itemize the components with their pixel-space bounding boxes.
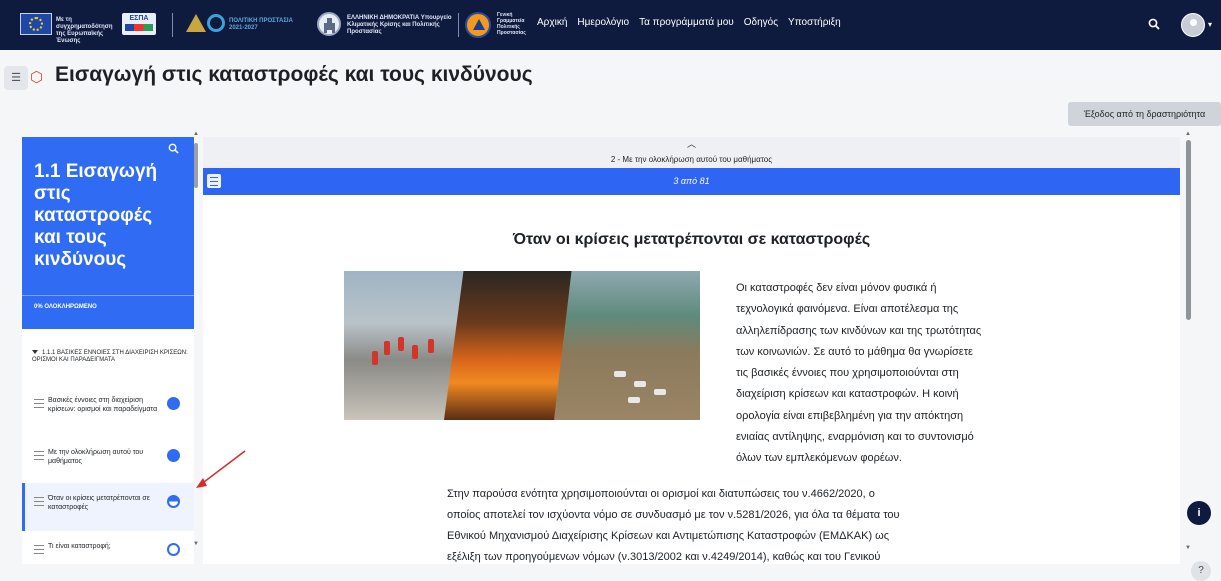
espa-logo: ΕΣΠΑ (122, 13, 156, 35)
top-navbar: Με τη συγχρηματοδότηση της Ευρωπαϊκής Έν… (0, 0, 1221, 50)
scroll-down-icon[interactable]: ▼ (1185, 545, 1191, 551)
previous-page-link[interactable]: ︿ 2 - Με την ολοκλήρωση αυτού του μαθήμα… (203, 137, 1180, 168)
nav-calendar[interactable]: Ημερολόγιο (577, 17, 629, 28)
page-counter: 3 από 81 (673, 176, 710, 186)
section-title: Όταν οι κρίσεις μετατρέπονται σε καταστρ… (512, 231, 871, 248)
rescue-photo (344, 271, 464, 420)
sidebar-lesson-item[interactable]: Βασικές έννοιες στη διαχείριση κρίσεων: … (22, 385, 194, 433)
scroll-up-icon[interactable]: ▲ (1185, 131, 1191, 137)
sidebar-item-label: Με την ολοκλήρωση αυτού του μαθήματος (48, 449, 144, 465)
sidebar-lesson-item[interactable]: Με την ολοκλήρωση αυτού του μαθήματος (22, 437, 194, 485)
ministry-text: ΕΛΛΗΝΙΚΗ ΔΗΜΟΚΡΑΤΙΑ Υπουργείο Κλιματικής… (347, 15, 452, 35)
sidebar-item-label: Όταν οι κρίσεις μετατρέπονται σε καταστρ… (48, 495, 150, 511)
cube-icon: ⬡ (30, 69, 44, 86)
nav-guide[interactable]: Οδηγός (744, 17, 778, 28)
scroll-up-icon[interactable]: ▲ (193, 131, 199, 137)
search-icon[interactable] (1148, 18, 1160, 30)
wildfire-photo (444, 271, 574, 420)
exit-activity-button[interactable]: Έξοδος από τη δραστηριότητα (1068, 102, 1221, 126)
complete-status-icon (167, 449, 180, 462)
previous-page-label: 2 - Με την ολοκλήρωση αυτού του μαθήματο… (610, 155, 773, 164)
drag-handle-icon (34, 451, 44, 463)
page-header: ☰ ⬡ Εισαγωγή στις καταστροφές και τους κ… (0, 58, 1221, 98)
sidebar-scrollbar[interactable] (194, 143, 198, 188)
progress-label: 0% ΟΛΟΚΛΗΡΩΜΕΝΟ (34, 304, 97, 310)
flood-photo (554, 271, 700, 420)
disaster-collage-image (344, 271, 700, 420)
sidebar-item-label: Τι είναι καταστροφή; (48, 543, 111, 550)
nav-support[interactable]: Υποστήριξη (788, 17, 841, 28)
avatar[interactable] (1181, 13, 1205, 37)
sidebar-item-label: Βασικές έννοιες στη διαχείριση κρίσεων: … (48, 397, 158, 413)
lesson-title: 1.1 Εισαγωγή στις καταστροφές και τους κ… (34, 161, 158, 270)
greek-republic-seal-logo (317, 12, 341, 36)
page-title: Εισαγωγή στις καταστροφές και τους κινδύ… (55, 63, 533, 86)
chevron-up-icon: ︿ (686, 139, 696, 149)
sidebar-lesson-item[interactable]: Τι είναι καταστροφή; (22, 531, 194, 564)
nav-my-programs[interactable]: Τα προγράμματά μου (639, 17, 734, 28)
scroll-down-icon[interactable]: ▼ (193, 541, 199, 547)
divider (22, 295, 194, 296)
complete-status-icon (167, 397, 180, 410)
drag-handle-icon (34, 399, 44, 411)
chevron-down-icon[interactable]: ▾ (1208, 20, 1212, 29)
body-paragraph: Στην παρούσα ενότητα χρησιμοποιούνται οι… (447, 488, 900, 563)
civil-protection-logo (465, 12, 491, 38)
eu-flag-logo (20, 13, 52, 35)
current-status-icon (167, 495, 180, 508)
program-text: ΠΟΛΙΤΙΚΗ ΠΡΟΣΤΑΣΙΑ 2021-2027 (229, 18, 293, 31)
empty-status-icon (167, 543, 180, 556)
main-nav: Αρχική Ημερολόγιο Τα προγράμματά μου Οδη… (537, 17, 841, 28)
info-button[interactable]: i (1187, 501, 1211, 525)
sidebar-lesson-item-active[interactable]: Όταν οι κρίσεις μετατρέπονται σε καταστρ… (22, 483, 194, 531)
content-scrollbar[interactable] (1186, 140, 1191, 320)
drag-handle-icon (34, 545, 44, 557)
course-index-toggle-button[interactable]: ☰ (4, 66, 28, 90)
lesson-sidebar: 1.1 Εισαγωγή στις καταστροφές και τους κ… (22, 137, 194, 564)
program-triangle-logo (186, 14, 206, 32)
search-icon[interactable] (168, 143, 179, 154)
program-ring-logo (207, 14, 225, 32)
pager-bar: 3 από 81 (203, 168, 1180, 195)
divider (172, 13, 173, 37)
nav-home[interactable]: Αρχική (537, 17, 567, 28)
intro-paragraph: Οι καταστροφές δεν είναι μόνον φυσικά ή … (736, 282, 982, 465)
divider (458, 13, 459, 37)
help-button[interactable]: ? (1191, 561, 1211, 581)
caret-down-icon (32, 350, 38, 354)
sidebar-hero: 1.1 Εισαγωγή στις καταστροφές και τους κ… (22, 137, 194, 329)
civil-protection-text: Γενική Γραμματεία Πολιτικής Προστασίας (497, 12, 526, 36)
section-heading[interactable]: 1.1.1 ΒΑΣΙΚΕΣ ΕΝΝΟΙΕΣ ΣΤΗ ΔΙΑΧΕΙΡΙΣΗ ΚΡΙ… (32, 350, 192, 364)
eu-cofunded-text: Με τη συγχρηματοδότηση της Ευρωπαϊκής Έν… (56, 17, 113, 44)
lesson-content: ︿ 2 - Με την ολοκλήρωση αυτού του μαθήμα… (203, 137, 1180, 564)
drag-handle-icon (34, 497, 44, 509)
